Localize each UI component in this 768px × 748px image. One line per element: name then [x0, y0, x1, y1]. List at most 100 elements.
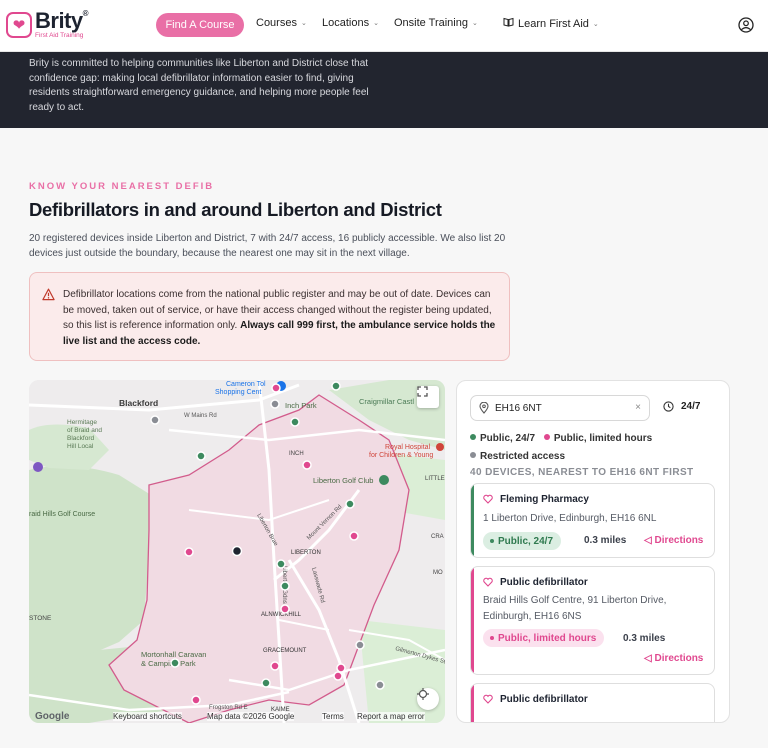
defib-card[interactable]: Fleming Pharmacy 1 Liberton Drive, Edinb…: [470, 483, 715, 558]
defib-marker[interactable]: [150, 415, 160, 425]
directions-label: Directions: [654, 535, 704, 546]
location-pin-icon: [479, 402, 489, 414]
badge-label: Public, limited hours: [498, 632, 597, 644]
chevron-down-icon: ⌄: [300, 20, 307, 27]
hero-text: Brity is committed to helping communitie…: [29, 58, 369, 113]
map-label-blackford: Blackford: [119, 398, 158, 408]
report-map-error-link[interactable]: Report a map error: [357, 712, 425, 721]
map-label-mo: MO: [433, 570, 443, 576]
defib-marker[interactable]: [290, 417, 300, 427]
warning-icon: [42, 288, 55, 301]
card-status-bar: [471, 684, 474, 722]
terms-link[interactable]: Terms: [322, 712, 344, 721]
card-status-bar: [471, 484, 474, 557]
defib-marker[interactable]: [375, 680, 385, 690]
defib-marker[interactable]: [355, 640, 365, 650]
defib-marker[interactable]: [270, 399, 280, 409]
distance: 0.3 miles: [623, 633, 666, 644]
24-7-filter-toggle[interactable]: 24/7: [663, 401, 700, 412]
selected-location-marker[interactable]: [231, 545, 243, 557]
map-label-little: LITTLE: [425, 476, 445, 482]
map-label-hermitage-4: Hill Local: [67, 443, 94, 450]
defib-marker[interactable]: [349, 531, 359, 541]
recenter-button[interactable]: [417, 688, 439, 710]
intro-text: 20 registered devices inside Liberton an…: [29, 233, 506, 259]
postcode-search[interactable]: ×: [470, 395, 650, 421]
brity-logo[interactable]: ❤ Brity® First Aid Training: [6, 8, 89, 40]
defib-card[interactable]: Public defibrillator: [470, 683, 715, 722]
logo-subtitle: First Aid Training: [35, 32, 84, 39]
map-label-inch: INCH: [289, 451, 304, 457]
map-label-royal-hospital-1: Royal Hospital: [385, 444, 431, 451]
map-data-text: Map data ©2026 Google: [207, 712, 295, 721]
card-name: Fleming Pharmacy: [500, 494, 589, 505]
directions-link[interactable]: ◁ Directions: [644, 653, 703, 664]
defib-marker[interactable]: [271, 383, 281, 393]
defib-marker[interactable]: [302, 460, 312, 470]
heart-icon: [483, 694, 493, 704]
defib-marker[interactable]: [280, 581, 290, 591]
defib-marker[interactable]: [170, 658, 180, 668]
defib-marker[interactable]: [191, 695, 201, 705]
postcode-input[interactable]: [495, 402, 625, 414]
defib-marker[interactable]: [270, 661, 280, 671]
golf-marker-icon: [379, 475, 389, 485]
legend-dot: [470, 452, 476, 458]
map-label-mortonhall-2: & Camping Park: [141, 659, 196, 668]
defib-marker[interactable]: [261, 678, 271, 688]
map-canvas[interactable]: Blackford Hermitage of Braid and Blackfo…: [29, 380, 445, 723]
legend-item-restricted: Restricted access: [470, 451, 565, 462]
directions-label: Directions: [654, 653, 704, 664]
device-count: 40 DEVICES, NEAREST TO EH16 6NT FIRST: [470, 467, 694, 478]
card-address: 1 Liberton Drive, Edinburgh, EH16 6NL: [483, 513, 657, 524]
clock-icon: [663, 401, 674, 412]
clear-search-icon[interactable]: ×: [635, 402, 641, 413]
heart-icon: [483, 577, 493, 587]
defib-marker[interactable]: [336, 663, 346, 673]
map-label-braid-hills: raid Hills Golf Course: [29, 511, 95, 518]
defib-marker[interactable]: [280, 604, 290, 614]
defib-marker[interactable]: [333, 671, 343, 681]
nav-locations[interactable]: Locations ⌄: [322, 17, 379, 29]
defib-marker[interactable]: [196, 451, 206, 461]
nav-onsite-training[interactable]: Onsite Training ⌄: [394, 17, 478, 29]
badge-dot: [490, 636, 494, 640]
defib-map[interactable]: Blackford Hermitage of Braid and Blackfo…: [29, 380, 445, 723]
defib-marker[interactable]: [345, 499, 355, 509]
logo-name: Brity: [35, 8, 83, 33]
fullscreen-icon: [417, 386, 428, 397]
defib-marker[interactable]: [331, 381, 341, 391]
legend-item-public-24-7: Public, 24/7: [470, 433, 535, 444]
card-status-bar: [471, 567, 474, 674]
defib-card[interactable]: Public defibrillator Braid Hills Golf Ce…: [470, 566, 715, 675]
badge-label: Public, 24/7: [498, 535, 554, 547]
fullscreen-button[interactable]: [417, 386, 439, 408]
nav-courses-label: Courses: [256, 17, 297, 29]
nav-learn-first-aid[interactable]: Learn First Aid ⌄: [503, 17, 599, 30]
poi-marker-icon: [33, 462, 43, 472]
map-label-gracemount: GRACEMOUNT: [263, 648, 307, 654]
legend-label: Public, limited hours: [553, 433, 653, 444]
nav-courses[interactable]: Courses ⌄: [256, 17, 307, 29]
map-label-cameron-toll-2: Shopping Cent: [215, 389, 261, 396]
defib-marker[interactable]: [184, 547, 194, 557]
directions-link[interactable]: ◁ Directions: [644, 535, 703, 546]
keyboard-shortcuts-link[interactable]: Keyboard shortcuts: [113, 712, 182, 721]
map-label-inch-park: Inch Park: [285, 401, 317, 410]
logo-registered-mark: ®: [82, 9, 89, 18]
hero-band: Brity is committed to helping communitie…: [0, 52, 768, 128]
legend-dot: [470, 434, 476, 440]
map-label-cra: CRA: [431, 534, 444, 540]
heart-icon: ❤: [6, 11, 32, 38]
navigation-arrow-icon: ◁: [644, 535, 655, 546]
nav-locations-label: Locations: [322, 17, 370, 29]
chevron-down-icon: ⌄: [592, 20, 599, 28]
legend-label: Public, 24/7: [480, 433, 536, 444]
account-icon[interactable]: [738, 17, 754, 33]
badge-dot: [490, 539, 494, 543]
map-label-w-mains: W Mains Rd: [184, 413, 217, 419]
find-a-course-button[interactable]: Find A Course: [156, 13, 244, 37]
legend-item-public-limited: Public, limited hours: [543, 433, 653, 444]
map-label-craigmillar: Craigmillar Castl: [359, 397, 414, 406]
defib-marker[interactable]: [276, 559, 286, 569]
